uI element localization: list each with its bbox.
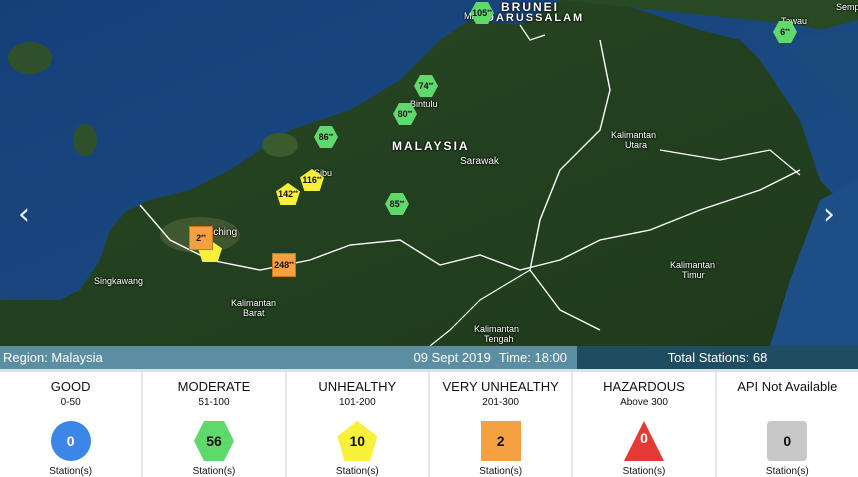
hexagon-icon: 56 (193, 421, 234, 461)
region-label: Region: Malaysia (3, 350, 103, 365)
map-label-kal-timur-2: Timur (682, 270, 705, 280)
station-marker[interactable]: 2 ** (189, 226, 213, 250)
prev-arrow-icon[interactable]: ‹ (18, 200, 30, 230)
circle-icon: 0 (50, 421, 91, 461)
legend-unit: Station(s) (622, 466, 666, 477)
legend-range: 51-100 (198, 397, 230, 408)
legend-unit: Station(s) (335, 466, 379, 477)
legend-moderate[interactable]: MODERATE 51-100 56 Station(s) (143, 372, 287, 477)
legend-very-unhealthy[interactable]: VERY UNHEALTHY 201-300 2 Station(s) (430, 372, 574, 477)
time-label: Time: 18:00 (498, 350, 567, 365)
legend-hazardous[interactable]: HAZARDOUS Above 300 0 Station(s) (573, 372, 717, 477)
legend-range: 0-50 (60, 397, 81, 408)
legend-range: 101-200 (338, 397, 376, 408)
triangle-icon: 0 (623, 421, 664, 461)
legend-label: API Not Available (737, 379, 838, 394)
map-label-kal-utara-1: Kalimantan (611, 130, 657, 140)
legend-label: HAZARDOUS (603, 379, 685, 394)
legend-label: MODERATE (177, 379, 251, 394)
map-basemap (0, 0, 858, 346)
legend-label: GOOD (50, 379, 91, 394)
legend-unit: Station(s) (479, 466, 523, 477)
station-marker[interactable]: 248 ** (272, 253, 296, 277)
map-label-malaysia: MALAYSIA (392, 139, 470, 153)
legend-unit: Station(s) (765, 466, 809, 477)
map-label-darussalam: DARUSSALAM (486, 12, 585, 24)
map-label-kal-timur-1: Kalimantan (670, 260, 716, 270)
legend-unit: Station(s) (49, 466, 93, 477)
legend-not-available[interactable]: API Not Available 0 Station(s) (717, 372, 858, 477)
legend-good[interactable]: GOOD 0-50 0 Station(s) (0, 372, 144, 477)
satellite-map[interactable]: BRUNEI DARUSSALAM Mi MALAYSIA Sarawak Bi… (0, 0, 858, 346)
map-label-kal-utara-2: Utara (625, 140, 648, 150)
map-label-sarawak: Sarawak (460, 156, 499, 167)
map-label-kal-tengah-1: Kalimantan (474, 324, 520, 334)
date-label: 09 Sept 2019 (413, 350, 491, 365)
map-label-semp: Semp (836, 2, 858, 12)
square-icon: 2 (480, 421, 521, 461)
info-bar: Region: Malaysia 09 Sept 2019 Time: 18:00… (0, 346, 858, 369)
next-arrow-icon[interactable]: › (823, 200, 835, 230)
info-bar-left: Region: Malaysia 09 Sept 2019 Time: 18:00 (0, 346, 577, 369)
map-label-brunei: BRUNEI (501, 0, 560, 14)
api-legend: GOOD 0-50 0 Station(s) MODERATE 51-100 5… (0, 369, 858, 477)
legend-label: VERY UNHEALTHY (442, 379, 559, 394)
map-label-kal-barat-1: Kalimantan (231, 298, 277, 308)
legend-range: 201-300 (482, 397, 519, 408)
pentagon-icon: 10 (337, 421, 378, 461)
map-label-kal-tengah-2: Tengah (484, 334, 514, 344)
map-label-singkawang: Singkawang (94, 276, 144, 286)
legend-unhealthy[interactable]: UNHEALTHY 101-200 10 Station(s) (287, 372, 430, 477)
map-label-bintulu: Bintulu (410, 99, 438, 109)
rounded-square-icon: 0 (767, 421, 808, 461)
legend-unit: Station(s) (192, 466, 236, 477)
legend-range: Above 300 (620, 397, 668, 408)
legend-label: UNHEALTHY (318, 379, 397, 394)
map-label-kal-barat-2: Barat (243, 308, 265, 318)
date-time: 09 Sept 2019 Time: 18:00 (405, 350, 567, 365)
total-stations: Total Stations: 68 (577, 346, 858, 369)
